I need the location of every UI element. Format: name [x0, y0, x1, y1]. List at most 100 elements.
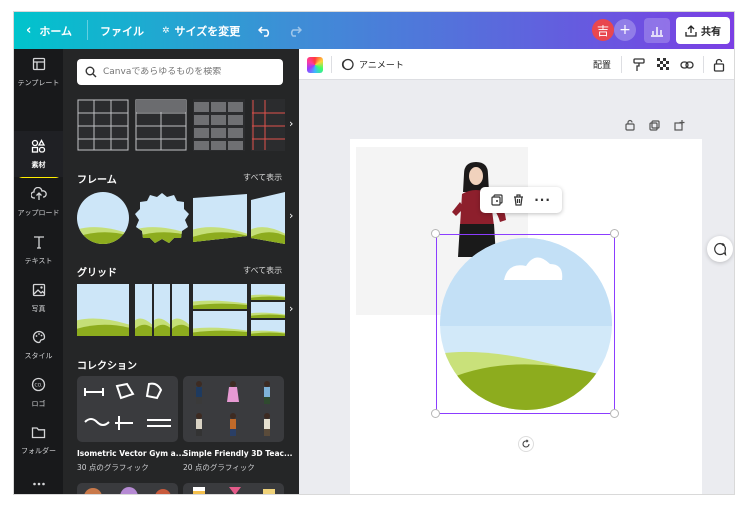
- rail-item-upload[interactable]: アップロード: [14, 179, 63, 225]
- table-thumbnail[interactable]: [251, 99, 285, 151]
- share-label: 共有: [701, 27, 721, 38]
- lock-icon: [713, 58, 725, 72]
- duplicate-page-icon[interactable]: [649, 119, 660, 131]
- trash-icon[interactable]: [513, 194, 524, 206]
- link-button[interactable]: [680, 49, 694, 80]
- rail-item-label: アップロード: [17, 209, 60, 217]
- animate-label: アニメート: [359, 61, 404, 71]
- lock-icon[interactable]: [625, 119, 635, 131]
- link-icon: [680, 60, 694, 69]
- template-icon: [32, 56, 46, 75]
- table-thumbnail[interactable]: [77, 99, 129, 151]
- text-icon: [32, 234, 46, 253]
- side-rail: テンプレート素材アップロードテキスト写真スタイル CO. ロゴフォルダーもっと見る: [14, 49, 63, 494]
- redo-icon: [290, 25, 302, 37]
- transparency-button[interactable]: [657, 49, 670, 80]
- grid-thumbnail[interactable]: [251, 284, 285, 336]
- rail-item-folder[interactable]: フォルダー: [14, 417, 63, 463]
- divider: [703, 56, 704, 73]
- add-collaborator-button[interactable]: +: [614, 19, 636, 41]
- file-menu-button[interactable]: ファイル: [100, 12, 144, 49]
- duplicate-icon[interactable]: [491, 194, 503, 206]
- table-graphic: [194, 102, 243, 150]
- gym-graphics-preview: [84, 382, 171, 430]
- teacher-graphics-preview: [196, 381, 270, 436]
- rainbow-swatch-icon: [307, 56, 323, 73]
- rail-item-elements[interactable]: 素材: [14, 131, 63, 177]
- elements-panel: › フレーム すべて表示 › グリッド すべて表示 › コレクション: [63, 49, 299, 494]
- avatar-initial: 吉: [596, 23, 609, 38]
- grid-thumbnail[interactable]: [77, 284, 129, 336]
- table-graphic: [252, 100, 285, 150]
- rail-item-template[interactable]: テンプレート: [14, 49, 63, 95]
- rail-item-photo[interactable]: 写真: [14, 275, 63, 321]
- rail-item-text[interactable]: テキスト: [14, 227, 63, 273]
- home-button[interactable]: ‹ ホーム: [26, 12, 72, 49]
- frame-thumbnail[interactable]: [193, 192, 247, 244]
- element-context-menu: ···: [480, 187, 562, 213]
- frames-title: フレーム: [77, 175, 117, 186]
- resize-label: サイズを変更: [174, 24, 241, 38]
- undo-icon: [258, 25, 270, 37]
- frame-thumbnail[interactable]: [135, 192, 189, 244]
- rotate-icon: [522, 439, 530, 448]
- share-button[interactable]: 共有: [676, 17, 730, 44]
- grids-see-all-link[interactable]: すべて表示: [243, 265, 282, 276]
- animate-button[interactable]: アニメート: [341, 49, 404, 80]
- chevron-right-icon[interactable]: ›: [289, 117, 293, 130]
- frame-thumbnail[interactable]: [77, 192, 129, 244]
- logo-icon: CO.: [31, 377, 46, 396]
- collections-title: コレクション: [77, 361, 137, 372]
- redo-button[interactable]: [288, 12, 302, 49]
- collection-title[interactable]: Simple Friendly 3D Teac...: [183, 449, 293, 458]
- frames-see-all-link[interactable]: すべて表示: [243, 172, 282, 183]
- collection-card-drinks[interactable]: [183, 483, 284, 494]
- grid-thumbnail[interactable]: [193, 284, 247, 336]
- grid-thumbnail[interactable]: [135, 284, 189, 336]
- food-graphics-preview: [84, 487, 171, 494]
- avatar[interactable]: 吉: [592, 19, 614, 41]
- more-options-icon[interactable]: ···: [534, 193, 551, 207]
- arrange-button[interactable]: 配置: [593, 49, 611, 80]
- resize-button[interactable]: ✲ サイズを変更: [162, 12, 240, 49]
- rail-item-more[interactable]: もっと見る: [14, 465, 63, 494]
- rail-item-logo[interactable]: CO. ロゴ: [14, 370, 63, 416]
- resize-handle-top-left[interactable]: [431, 229, 440, 238]
- search-input[interactable]: [103, 67, 273, 77]
- table-thumbnail[interactable]: [193, 99, 245, 151]
- resize-handle-bottom-left[interactable]: [431, 409, 440, 418]
- collection-card-food[interactable]: [77, 483, 178, 494]
- resize-handle-bottom-right[interactable]: [610, 409, 619, 418]
- add-page-icon[interactable]: [674, 119, 685, 131]
- color-picker-button[interactable]: [307, 49, 323, 80]
- arrange-label: 配置: [593, 61, 612, 71]
- rotate-button[interactable]: [518, 436, 534, 452]
- resize-handle-top-right[interactable]: [610, 229, 619, 238]
- insights-button[interactable]: [644, 18, 670, 43]
- grids-title: グリッド: [77, 268, 117, 279]
- search-icon: [85, 66, 97, 78]
- bar-chart-icon: [651, 26, 663, 37]
- search-box[interactable]: [77, 59, 283, 85]
- table-thumbnail[interactable]: [135, 99, 187, 151]
- add-comment-button[interactable]: [707, 236, 733, 262]
- rail-item-label: ロゴ: [31, 400, 46, 408]
- more-icon: [32, 472, 46, 491]
- chevron-right-icon[interactable]: ›: [289, 209, 293, 222]
- chevron-right-icon[interactable]: ›: [289, 302, 293, 315]
- checkerboard-icon: [657, 58, 669, 70]
- rail-item-style[interactable]: スタイル: [14, 322, 63, 368]
- undo-button[interactable]: [258, 12, 272, 49]
- collection-card-teacher[interactable]: [183, 376, 284, 442]
- selection-box: [436, 234, 615, 414]
- collection-card-gym[interactable]: [77, 376, 178, 442]
- copy-style-button[interactable]: [633, 49, 645, 80]
- lock-button[interactable]: [713, 49, 725, 80]
- file-label: ファイル: [100, 24, 144, 38]
- animate-icon: [341, 58, 354, 71]
- frame-thumbnail[interactable]: [251, 192, 285, 244]
- photo-icon: [32, 282, 46, 301]
- collection-subtitle: 20 点のグラフィック: [183, 463, 255, 472]
- home-label: ホーム: [39, 24, 73, 38]
- collection-title[interactable]: Isometric Vector Gym a...: [77, 449, 184, 458]
